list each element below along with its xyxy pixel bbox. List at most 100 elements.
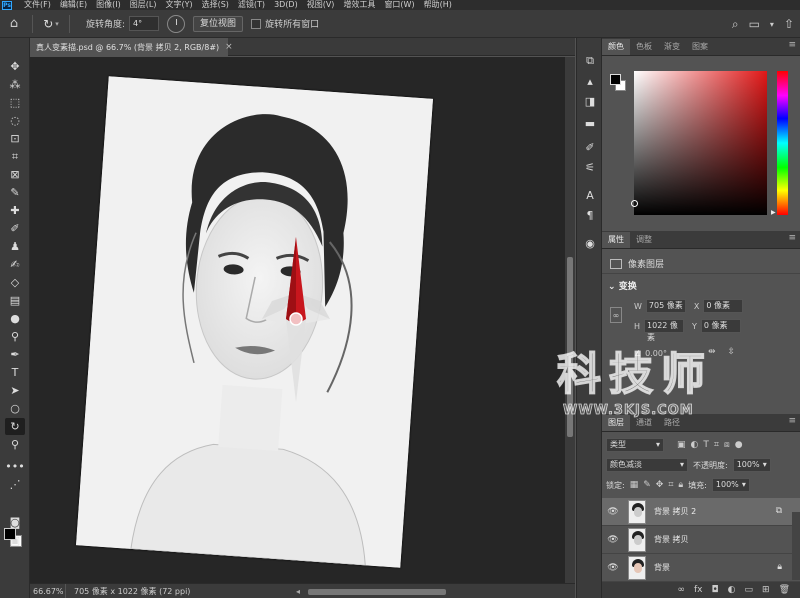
layers-scrollbar[interactable] — [792, 512, 800, 580]
width-input[interactable]: 705 像素 — [645, 299, 686, 313]
adjustments-panel-icon[interactable]: ⚟ — [580, 158, 600, 176]
menu-image[interactable]: 图像(I) — [96, 0, 121, 10]
blend-mode-select[interactable]: 颜色减淡 ▾ — [606, 458, 688, 472]
fill-input[interactable]: 100% ▾ — [711, 478, 750, 492]
dodge-tool-icon[interactable]: ⚲ — [5, 328, 25, 345]
history-panel-icon[interactable]: ⧉ — [580, 52, 600, 70]
hue-slider-handle-icon[interactable]: ▶ — [771, 209, 776, 216]
menu-window[interactable]: 窗口(W) — [384, 0, 414, 10]
zoom-tool-icon[interactable]: ⚲ — [5, 436, 25, 453]
layer-name[interactable]: 背景 拷贝 2 — [654, 506, 696, 517]
color-picker-cursor[interactable] — [631, 200, 638, 207]
type-tool-icon[interactable]: T — [5, 364, 25, 381]
foreground-color-swatch[interactable] — [4, 528, 16, 540]
rotate-view-tool-icon[interactable]: ↻ — [5, 418, 25, 435]
artboard-tool-icon[interactable]: ⁂ — [5, 76, 25, 93]
chevron-down-icon[interactable]: ▾ — [770, 20, 774, 29]
lasso-tool-icon[interactable]: ◌ — [5, 112, 25, 129]
gradient-tool-icon[interactable]: ▤ — [5, 292, 25, 309]
actions-panel-icon[interactable]: ▴ — [580, 72, 600, 90]
tab-adjustments[interactable]: 调整 — [630, 232, 658, 248]
history-brush-tool-icon[interactable]: ✍ — [5, 256, 25, 273]
visibility-eye-icon[interactable]: 👁︎ — [602, 563, 624, 573]
shape-tool-icon[interactable]: ○ — [5, 400, 25, 417]
layer-filter-select[interactable]: 类型 ▾ — [606, 438, 664, 452]
menu-3d[interactable]: 3D(D) — [274, 0, 298, 10]
canvas-horizontal-scrollbar[interactable] — [308, 589, 446, 595]
menu-filter[interactable]: 滤镜(T) — [238, 0, 265, 10]
frame-tool-icon[interactable]: ⊠ — [5, 166, 25, 183]
color-picker-field[interactable] — [634, 71, 767, 215]
path-select-tool-icon[interactable]: ➤ — [5, 382, 25, 399]
tab-color[interactable]: 颜色 — [602, 39, 630, 55]
foreground-color-swatch[interactable] — [610, 74, 621, 85]
workspace-icon[interactable]: ▭ — [749, 17, 760, 31]
lock-position-icon[interactable]: ✥ — [656, 480, 664, 490]
panel-menu-icon[interactable]: ≡ — [788, 233, 796, 243]
x-input[interactable]: 0 像素 — [703, 299, 744, 313]
height-input[interactable]: 1022 像素 — [644, 319, 685, 342]
visibility-eye-icon[interactable]: 👁︎ — [602, 535, 624, 545]
edit-toolbar-icon[interactable]: ⋰ — [5, 476, 25, 493]
tab-layers[interactable]: 图层 — [602, 415, 630, 431]
panel-menu-icon[interactable]: ≡ — [788, 416, 796, 426]
filter-adjustment-icon[interactable]: ◐ — [691, 440, 699, 450]
rotation-angle-input[interactable]: 4° — [129, 16, 160, 31]
clone-stamp-tool-icon[interactable]: ♟ — [5, 238, 25, 255]
rotate-view-tool-icon[interactable]: ↻ ▾ — [37, 17, 65, 31]
add-mask-icon[interactable]: ◘ — [712, 585, 719, 595]
link-layers-icon[interactable]: ∞ — [678, 585, 686, 595]
menu-file[interactable]: 文件(F) — [24, 0, 51, 10]
y-input[interactable]: 0 像素 — [700, 319, 741, 333]
status-zoom-level[interactable]: 66.67% — [30, 583, 66, 598]
menu-plugins[interactable]: 增效工具 — [343, 0, 375, 10]
more-tools-icon[interactable]: ••• — [5, 458, 25, 475]
close-icon[interactable]: × — [225, 42, 233, 52]
new-group-icon[interactable]: ▭ — [745, 585, 754, 595]
link-proportions-icon[interactable]: ∞ — [610, 307, 622, 323]
lock-all-icon[interactable]: 🔒︎ — [678, 480, 683, 490]
eraser-tool-icon[interactable]: ◇ — [5, 274, 25, 291]
tab-channels[interactable]: 通道 — [630, 415, 658, 431]
chevron-down-icon[interactable]: ▾ — [763, 459, 767, 471]
search-icon[interactable]: ⌕ — [732, 17, 739, 32]
menu-select[interactable]: 选择(S) — [202, 0, 229, 10]
filter-shape-icon[interactable]: ⌗ — [714, 440, 719, 450]
rotate-all-windows-checkbox[interactable] — [251, 18, 262, 29]
document-canvas[interactable] — [30, 57, 575, 583]
home-icon[interactable]: ⌂ — [0, 10, 28, 38]
crop-tool-icon[interactable]: ⌗ — [5, 148, 25, 165]
info-panel-icon[interactable]: ◨ — [580, 92, 600, 110]
character-panel-icon[interactable]: A — [580, 186, 600, 204]
scroll-left-arrow-icon[interactable]: ◂ — [296, 587, 300, 596]
blur-tool-icon[interactable]: ● — [5, 310, 25, 327]
lock-pixels-icon[interactable]: ✎ — [643, 480, 651, 490]
menu-help[interactable]: 帮助(H) — [424, 0, 452, 10]
tab-properties[interactable]: 属性 — [602, 232, 630, 248]
object-select-tool-icon[interactable]: ⊡ — [5, 130, 25, 147]
move-tool-icon[interactable]: ✥ — [5, 58, 25, 75]
menu-view[interactable]: 视图(V) — [307, 0, 335, 10]
marquee-tool-icon[interactable]: ⬚ — [5, 94, 25, 111]
panel-menu-icon[interactable]: ≡ — [788, 40, 796, 50]
layer-row[interactable]: 👁︎ 背景 拷贝 — [602, 526, 800, 554]
layer-name[interactable]: 背景 — [654, 562, 670, 573]
menu-edit[interactable]: 编辑(E) — [60, 0, 87, 10]
lock-transparent-icon[interactable]: ▦ — [630, 480, 639, 490]
chevron-down-icon[interactable]: ▾ — [680, 459, 684, 471]
rotation-dial-icon[interactable] — [167, 14, 186, 33]
lock-artboard-icon[interactable]: ⌗ — [668, 480, 673, 490]
chevron-down-icon[interactable]: ▾ — [55, 20, 59, 28]
visibility-eye-icon[interactable]: 👁︎ — [602, 507, 624, 517]
libraries-panel-icon[interactable]: ◉ — [580, 234, 600, 252]
angle-value[interactable]: 0.00° — [645, 349, 667, 358]
brush-tool-icon[interactable]: ✐ — [5, 220, 25, 237]
filter-toggle-icon[interactable]: ● — [735, 440, 743, 450]
new-layer-icon[interactable]: ⊞ — [762, 585, 770, 595]
layer-style-icon[interactable]: fx — [694, 585, 703, 595]
transform-section-header[interactable]: ⌄ 变换 — [608, 279, 637, 292]
healing-brush-tool-icon[interactable]: ✚ — [5, 202, 25, 219]
tab-patterns[interactable]: 图案 — [686, 39, 714, 55]
filter-type-icon[interactable]: T — [703, 440, 709, 450]
share-icon[interactable]: ⇧ — [784, 17, 794, 31]
